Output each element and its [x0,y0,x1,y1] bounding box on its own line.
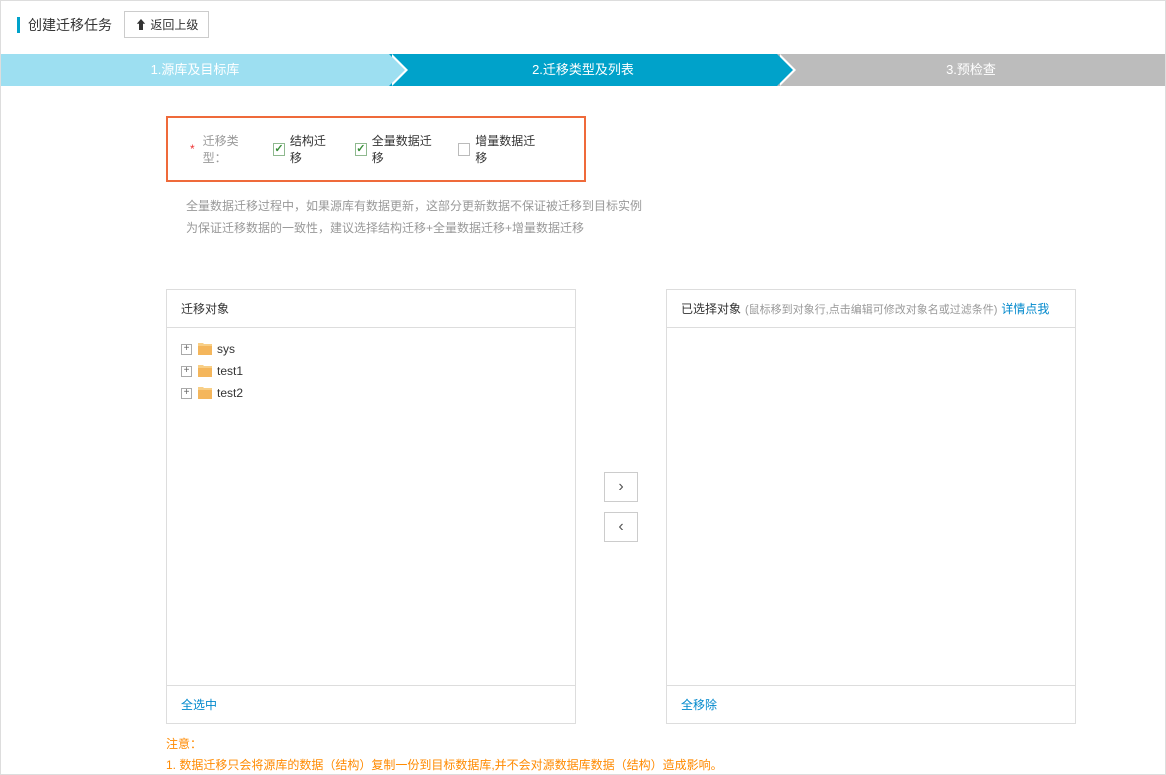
checkbox-label: 结构迁移 [290,132,333,166]
tree-item-label: sys [217,342,235,356]
step-3-label: 3.预检查 [946,62,996,77]
selected-panel-sub: (鼠标移到对象行,点击编辑可修改对象名或过滤条件) [745,301,997,317]
page-root: 创建迁移任务 ⬆ 返回上级 1.源库及目标库 2.迁移类型及列表 3.预检查 *… [0,0,1166,775]
select-all-link[interactable]: 全选中 [181,698,217,712]
move-right-button[interactable]: › [604,472,638,502]
source-panel-header: 迁移对象 [167,290,575,328]
required-mark: * [190,142,195,156]
folder-icon [198,365,212,377]
transfer-panels: 迁移对象 + sys + test1 + [11,289,1155,724]
checkbox-full-data-migration[interactable]: 全量数据迁移 [355,132,437,166]
transfer-arrows: › ‹ [604,472,638,542]
source-objects-panel: 迁移对象 + sys + test1 + [166,289,576,724]
content-area: * 迁移类型： 结构迁移 全量数据迁移 增量数据迁移 全量数据迁移过程中，如果源… [1,86,1165,775]
notice-block: 注意： 1. 数据迁移只会将源库的数据（结构）复制一份到目标数据库,并不会对源数… [166,734,1155,775]
tree-item-label: test1 [217,364,243,378]
step-source-target[interactable]: 1.源库及目标库 [1,54,389,86]
step-precheck[interactable]: 3.预检查 [777,54,1165,86]
tree-item[interactable]: + sys [181,338,561,360]
source-panel-body: + sys + test1 + test2 [167,328,575,685]
back-button-label: 返回上级 [150,18,198,32]
move-left-button[interactable]: ‹ [604,512,638,542]
step-1-label: 1.源库及目标库 [151,62,240,77]
expand-icon[interactable]: + [181,344,192,355]
migration-type-hint: 全量数据迁移过程中，如果源库有数据更新，这部分更新数据不保证被迁移到目标实例 为… [186,196,1155,239]
expand-icon[interactable]: + [181,388,192,399]
migration-type-box: * 迁移类型： 结构迁移 全量数据迁移 增量数据迁移 [166,116,586,182]
selected-objects-panel: 已选择对象 (鼠标移到对象行,点击编辑可修改对象名或过滤条件) 详情点我 全移除 [666,289,1076,724]
checkbox-icon [355,143,367,156]
step-2-label: 2.迁移类型及列表 [532,62,634,77]
expand-icon[interactable]: + [181,366,192,377]
hint-line-1: 全量数据迁移过程中，如果源库有数据更新，这部分更新数据不保证被迁移到目标实例 [186,196,1155,218]
checkbox-incremental-migration[interactable]: 增量数据迁移 [458,132,540,166]
checkbox-label: 全量数据迁移 [372,132,437,166]
chevron-left-icon: ‹ [618,518,623,536]
chevron-right-icon: › [618,478,623,496]
folder-icon [198,343,212,355]
tree-item[interactable]: + test2 [181,382,561,404]
selected-panel-body [667,328,1075,685]
remove-all-link[interactable]: 全移除 [681,698,717,712]
page-header: 创建迁移任务 ⬆ 返回上级 [1,1,1165,48]
up-arrow-icon: ⬆ [135,18,147,32]
selected-panel-header: 已选择对象 (鼠标移到对象行,点击编辑可修改对象名或过滤条件) 详情点我 [667,290,1075,328]
page-title: 创建迁移任务 [28,15,112,35]
source-panel-title: 迁移对象 [181,300,229,317]
checkbox-icon [273,143,285,156]
step-type-list[interactable]: 2.迁移类型及列表 [389,54,777,86]
checkbox-icon [458,143,470,156]
tree-item[interactable]: + test1 [181,360,561,382]
details-link[interactable]: 详情点我 [1001,300,1049,317]
folder-icon [198,387,212,399]
checkbox-label: 增量数据迁移 [475,132,540,166]
tree-item-label: test2 [217,386,243,400]
header-accent-bar [17,17,20,33]
selected-panel-title: 已选择对象 [681,300,741,317]
back-button[interactable]: ⬆ 返回上级 [124,11,209,38]
wizard-steps: 1.源库及目标库 2.迁移类型及列表 3.预检查 [1,54,1165,86]
notice-title: 注意： [166,734,1155,754]
migration-type-label: 迁移类型： [203,132,257,166]
checkbox-structure-migration[interactable]: 结构迁移 [273,132,333,166]
hint-line-2: 为保证迁移数据的一致性，建议选择结构迁移+全量数据迁移+增量数据迁移 [186,218,1155,240]
source-panel-footer: 全选中 [167,685,575,723]
notice-line-1: 1. 数据迁移只会将源库的数据（结构）复制一份到目标数据库,并不会对源数据库数据… [166,755,1155,775]
selected-panel-footer: 全移除 [667,685,1075,723]
